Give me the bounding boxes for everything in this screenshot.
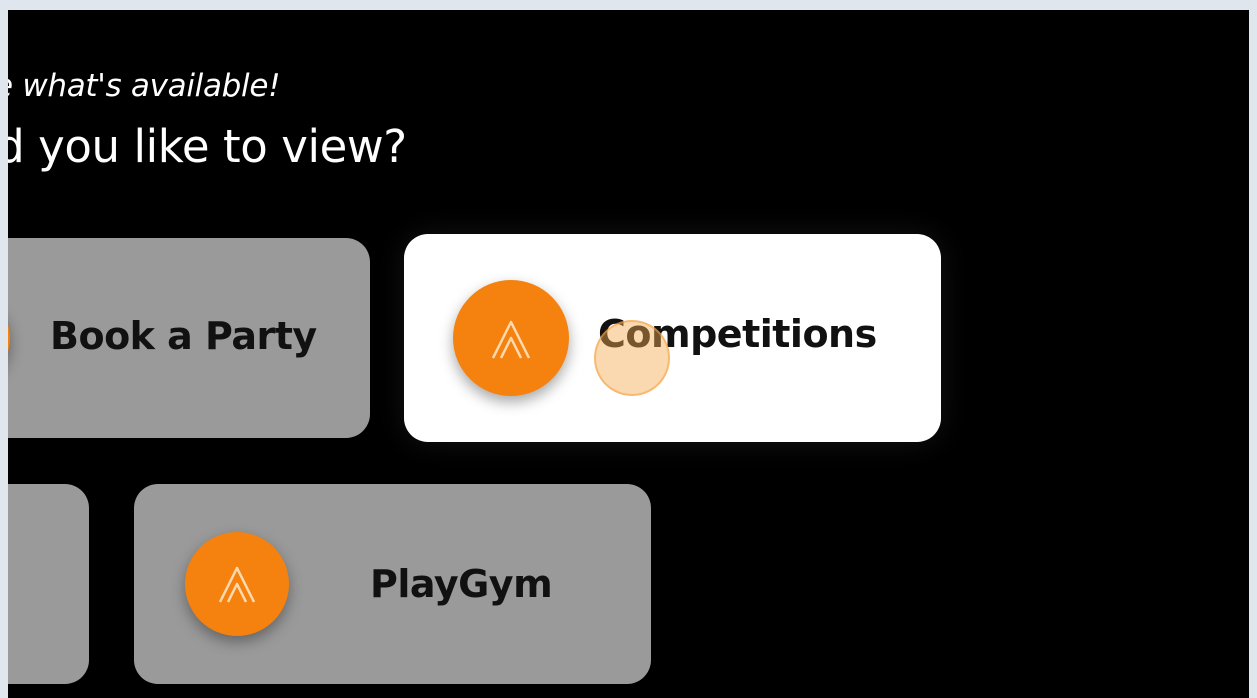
book-party-card[interactable]: Book a Party [8,238,370,438]
book-party-label: Book a Party [50,314,317,358]
competitions-logo-icon [453,280,569,396]
book-party-logo-icon [8,292,10,384]
page-subtitle: e what's available! [8,68,281,104]
playgym-card[interactable]: PlayGym [134,484,651,684]
page-question: ld you like to view? [8,120,407,173]
click-indicator [594,320,670,396]
app-screen: e what's available! ld you like to view?… [8,10,1249,698]
partial-card[interactable] [8,484,89,684]
playgym-label: PlayGym [370,562,553,606]
arrow-up-icon [491,320,531,359]
arrow-up-icon [218,566,256,603]
competitions-card[interactable]: Competitions [404,234,941,442]
playgym-logo-icon [185,532,289,636]
